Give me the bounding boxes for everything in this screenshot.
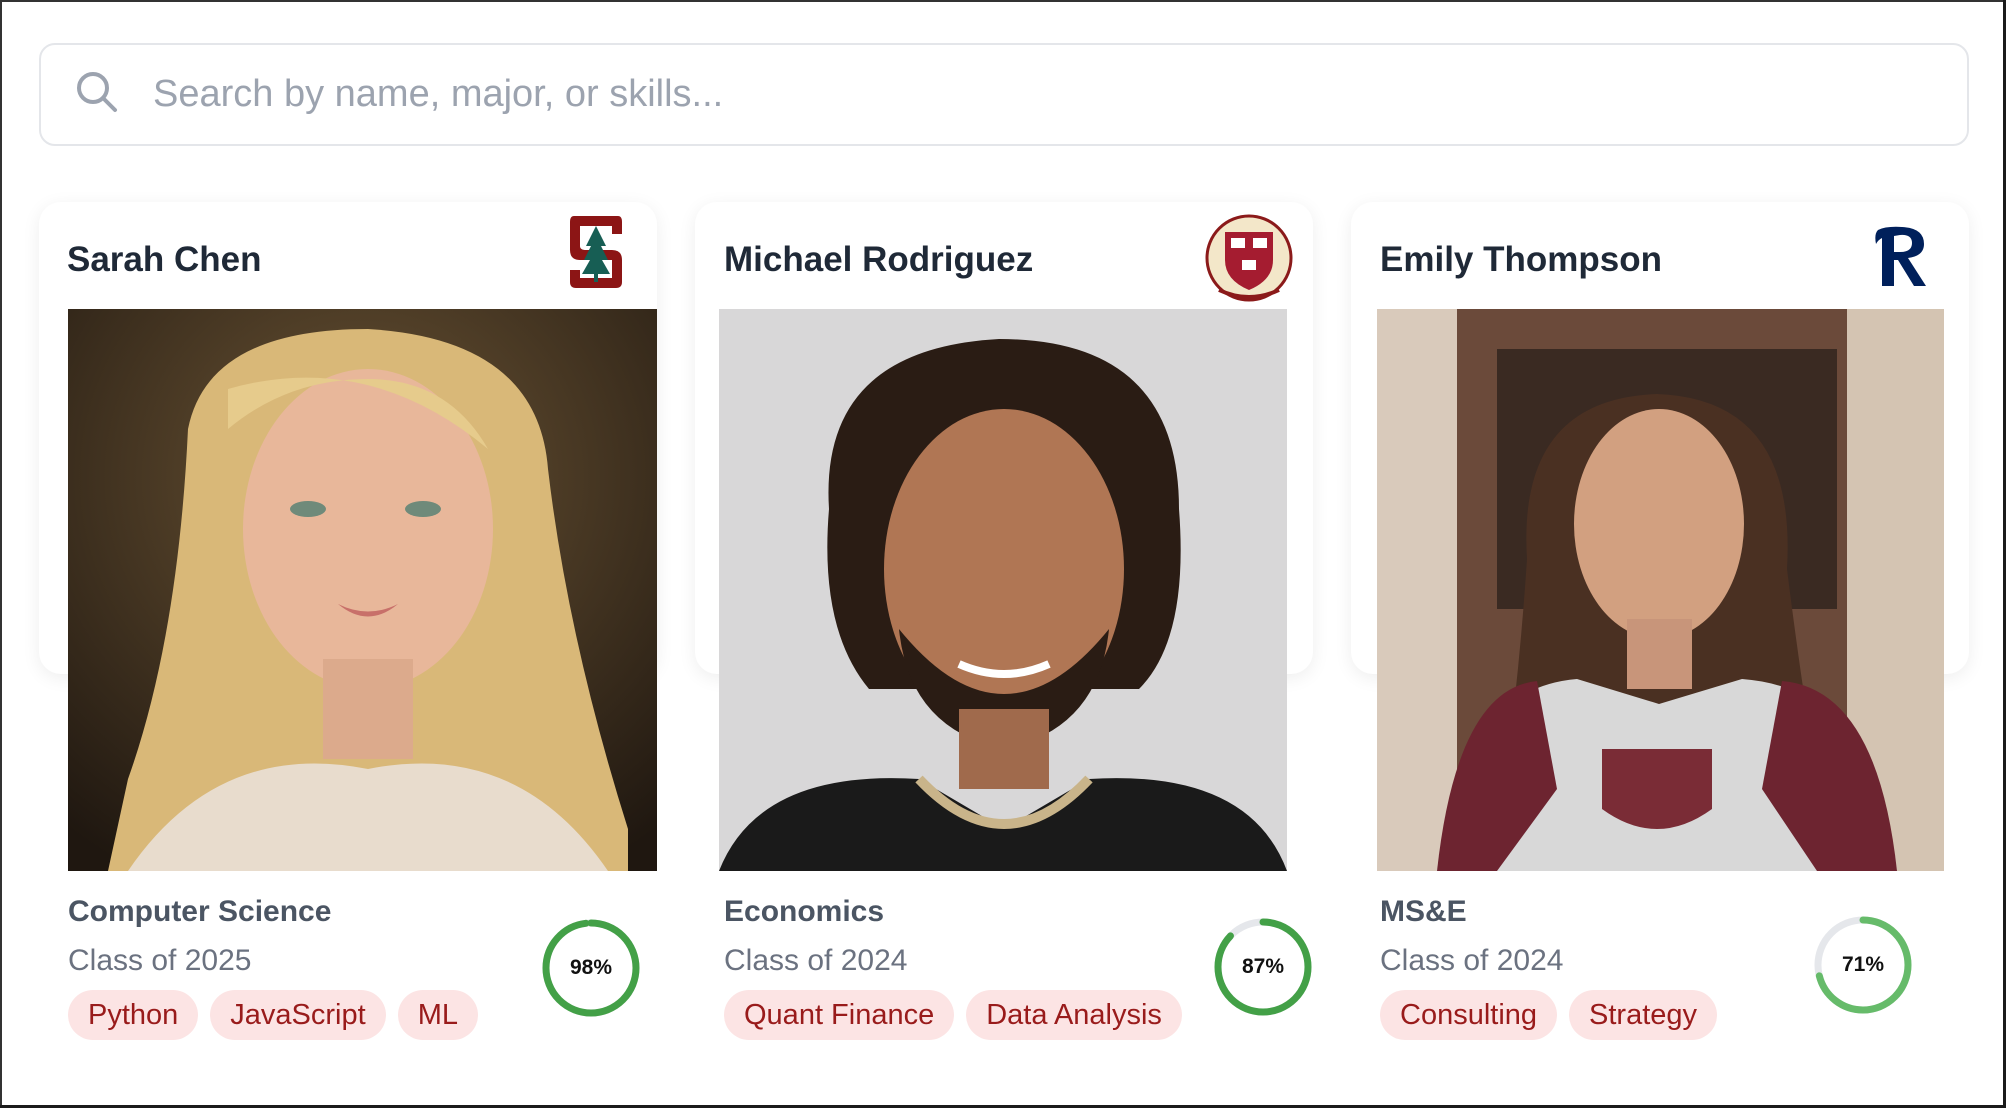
student-photo — [1377, 309, 1944, 871]
skill-tag[interactable]: Strategy — [1569, 990, 1718, 1040]
skill-tag[interactable]: Python — [68, 990, 199, 1040]
skill-tags: Quant Finance Data Analysis — [724, 990, 1182, 1040]
match-score-label: 71% — [1841, 953, 1885, 976]
student-major: MS&E — [1380, 895, 1467, 928]
app-window: Sarah Chen Computer Science Class of 202… — [0, 0, 2003, 1105]
student-name[interactable]: Sarah Chen — [67, 240, 262, 280]
harvard-logo — [1205, 214, 1293, 302]
skill-tags: Consulting Strategy — [1380, 990, 1718, 1040]
skill-tag[interactable]: Consulting — [1380, 990, 1558, 1040]
search-input[interactable] — [153, 73, 1913, 116]
skill-tag[interactable]: ML — [397, 990, 478, 1040]
student-class-year: Class of 2025 — [68, 944, 252, 977]
skill-tag[interactable]: Data Analysis — [966, 990, 1182, 1040]
rice-logo — [1872, 224, 1930, 290]
student-name[interactable]: Michael Rodriguez — [724, 240, 1033, 280]
student-photo — [719, 309, 1287, 871]
student-class-year: Class of 2024 — [1380, 944, 1564, 977]
search-bar[interactable] — [39, 43, 1969, 146]
student-class-year: Class of 2024 — [724, 944, 908, 977]
match-score-label: 98% — [569, 956, 613, 979]
skill-tag[interactable]: JavaScript — [210, 990, 386, 1040]
skill-tags: Python JavaScript ML — [68, 990, 478, 1040]
student-photo — [68, 309, 657, 871]
search-icon — [71, 66, 123, 123]
stanford-logo — [568, 212, 624, 292]
student-name[interactable]: Emily Thompson — [1380, 240, 1662, 280]
skill-tag[interactable]: Quant Finance — [724, 990, 955, 1040]
student-major: Computer Science — [68, 895, 332, 928]
match-score-ring: 98% — [539, 916, 643, 1020]
match-score-label: 87% — [1241, 955, 1285, 978]
student-major: Economics — [724, 895, 885, 928]
match-score-ring: 87% — [1211, 915, 1315, 1019]
match-score-ring: 71% — [1811, 913, 1915, 1017]
